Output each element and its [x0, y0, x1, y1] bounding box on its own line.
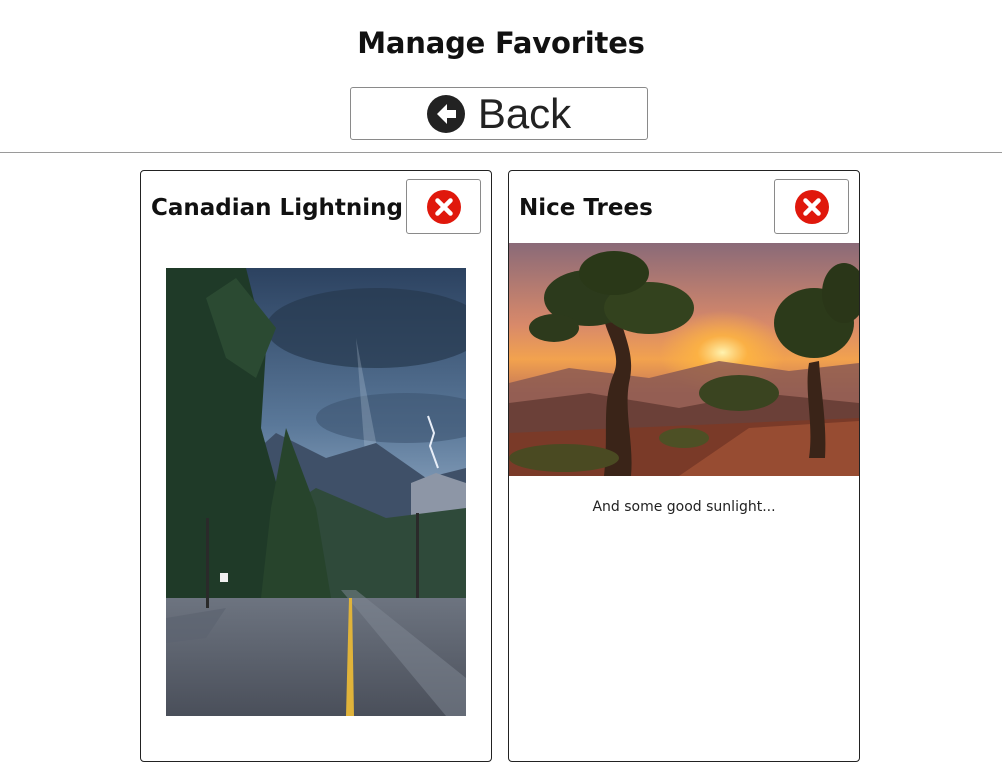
divider	[0, 152, 1002, 153]
back-label: Back	[477, 89, 572, 137]
favorite-card: Nice Trees And some good sunlight...	[508, 170, 860, 762]
favorite-photo	[166, 268, 466, 716]
back-button[interactable]: Back	[350, 87, 648, 140]
remove-circle-icon	[426, 189, 462, 225]
remove-favorite-button[interactable]	[774, 179, 849, 234]
favorite-caption: And some good sunlight...	[592, 499, 776, 515]
favorite-card: Canadian Lightning	[140, 170, 492, 762]
page-title: Manage Favorites	[357, 26, 645, 60]
remove-favorite-button[interactable]	[406, 179, 481, 234]
remove-circle-icon	[794, 189, 830, 225]
favorite-title: Canadian Lightning	[151, 195, 404, 221]
favorite-title: Nice Trees	[519, 195, 653, 221]
favorite-photo	[509, 243, 859, 476]
arrow-circle-left-icon	[426, 94, 465, 133]
